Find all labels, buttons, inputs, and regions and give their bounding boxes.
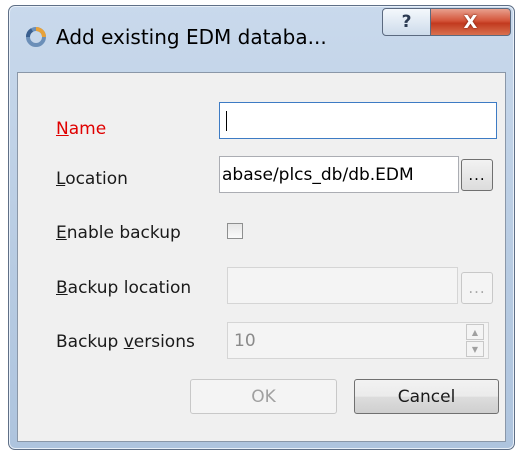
window-title: Add existing EDM databa... bbox=[56, 25, 327, 49]
ellipsis-icon: ... bbox=[468, 279, 486, 297]
dialog-window: Add existing EDM databa... ? X Name Loca… bbox=[8, 5, 515, 450]
backup-location-input[interactable] bbox=[227, 267, 458, 304]
backup-versions-label: Backup versions bbox=[56, 332, 195, 352]
help-icon: ? bbox=[401, 12, 412, 32]
chevron-up-icon[interactable]: ▲ bbox=[466, 324, 484, 340]
dialog-body: Name Location abase/plcs_db/db.EDM ... E… bbox=[17, 72, 506, 442]
backup-versions-stepper[interactable]: ▲ ▼ bbox=[466, 324, 484, 357]
backup-location-label: Backup location bbox=[56, 278, 192, 298]
name-input[interactable] bbox=[219, 102, 497, 139]
title-bar[interactable]: Add existing EDM databa... ? X bbox=[9, 6, 514, 66]
name-label: Name bbox=[56, 119, 107, 139]
cancel-button[interactable]: Cancel bbox=[354, 379, 499, 414]
enable-backup-checkbox[interactable] bbox=[227, 223, 243, 239]
location-label: Location bbox=[56, 169, 128, 189]
enable-backup-label: Enable backup bbox=[56, 223, 181, 243]
ok-button[interactable]: OK bbox=[190, 379, 337, 414]
chevron-down-icon[interactable]: ▼ bbox=[466, 341, 484, 357]
help-button[interactable]: ? bbox=[382, 8, 431, 36]
close-button[interactable]: X bbox=[430, 8, 511, 36]
backup-location-browse-button[interactable]: ... bbox=[461, 272, 493, 304]
location-input[interactable]: abase/plcs_db/db.EDM bbox=[219, 156, 459, 193]
location-browse-button[interactable]: ... bbox=[461, 159, 493, 191]
ellipsis-icon: ... bbox=[468, 166, 486, 184]
app-logo-icon bbox=[25, 27, 46, 47]
close-icon: X bbox=[463, 11, 478, 33]
text-caret bbox=[226, 110, 227, 131]
backup-versions-spinbox[interactable]: 10 bbox=[227, 322, 489, 359]
